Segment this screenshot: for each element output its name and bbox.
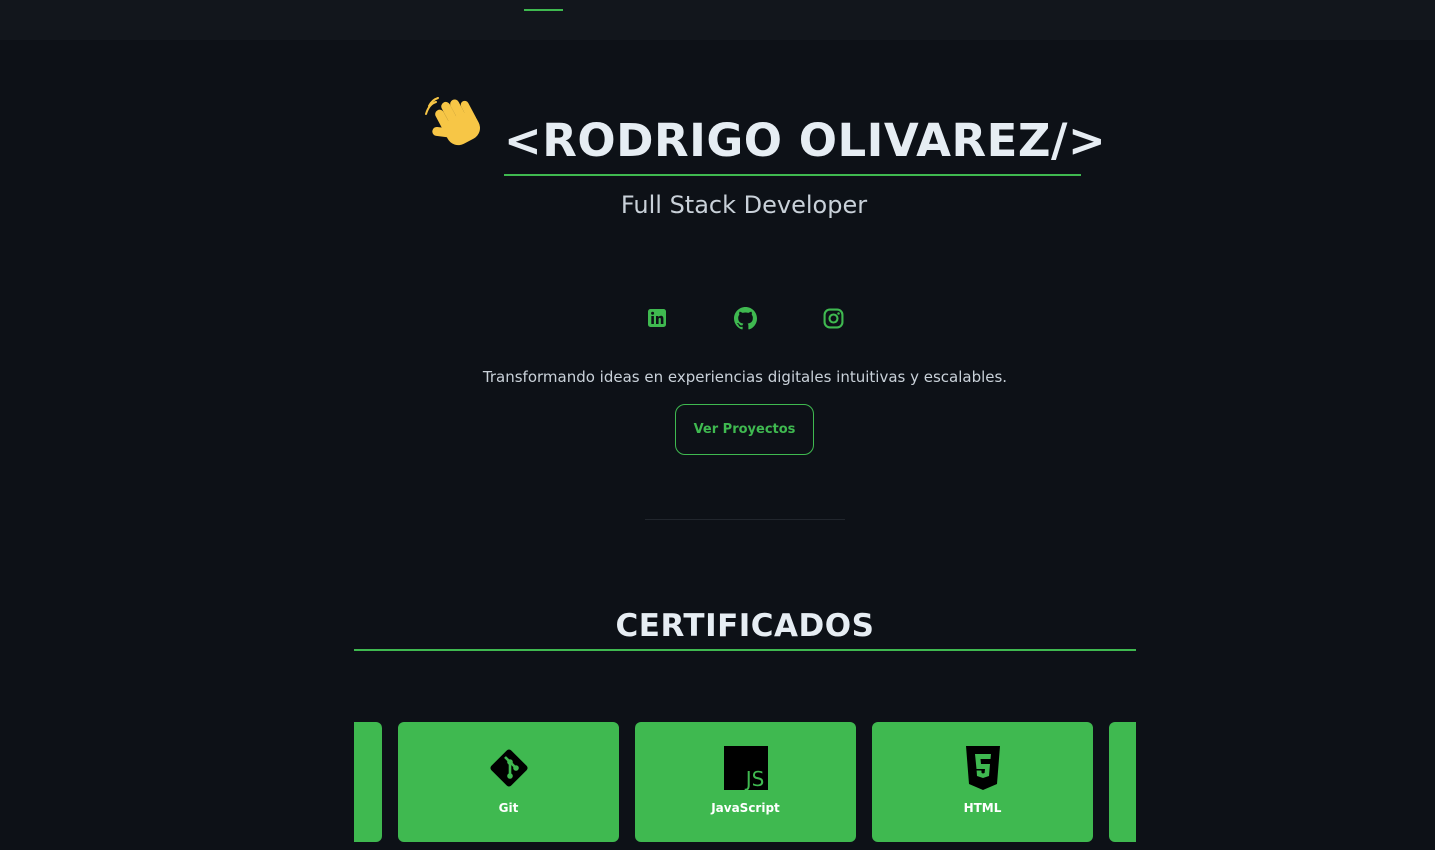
top-navbar xyxy=(0,0,1435,40)
svg-text:JS: JS xyxy=(744,767,765,791)
linkedin-link[interactable] xyxy=(645,306,669,330)
certificate-label: Git xyxy=(498,801,519,815)
certificate-card-git[interactable]: Git xyxy=(398,722,619,842)
hero-role-subtitle: Full Stack Developer xyxy=(620,191,868,219)
certificate-label: JavaScript xyxy=(711,801,780,815)
waving-hand-icon xyxy=(425,97,480,146)
certificates-section-title: CERTIFICADOS xyxy=(354,603,1136,651)
certificate-label: HTML xyxy=(963,801,1002,815)
instagram-link[interactable] xyxy=(821,306,845,330)
javascript-icon: JS xyxy=(724,746,768,791)
certificate-card-partial-right[interactable] xyxy=(1109,722,1136,842)
linkedin-icon xyxy=(648,309,666,327)
certificates-carousel[interactable]: Git JS JavaScript HTML xyxy=(354,722,1136,850)
git-icon xyxy=(490,749,528,787)
certificate-card-partial-left[interactable] xyxy=(354,722,382,842)
view-projects-button[interactable]: Ver Proyectos xyxy=(675,404,814,455)
certificate-card-javascript[interactable]: JS JavaScript xyxy=(635,722,856,842)
instagram-icon xyxy=(823,308,843,328)
html5-icon xyxy=(966,746,1000,790)
github-icon xyxy=(733,306,757,329)
hero-name-title: <RODRIGO OLIVAREZ/> xyxy=(504,108,1106,176)
certificate-card-html[interactable]: HTML xyxy=(872,722,1093,842)
github-link[interactable] xyxy=(733,306,757,330)
section-divider xyxy=(645,519,845,520)
nav-active-indicator xyxy=(524,9,563,11)
hero-tagline: Transformando ideas en experiencias digi… xyxy=(482,368,1008,386)
